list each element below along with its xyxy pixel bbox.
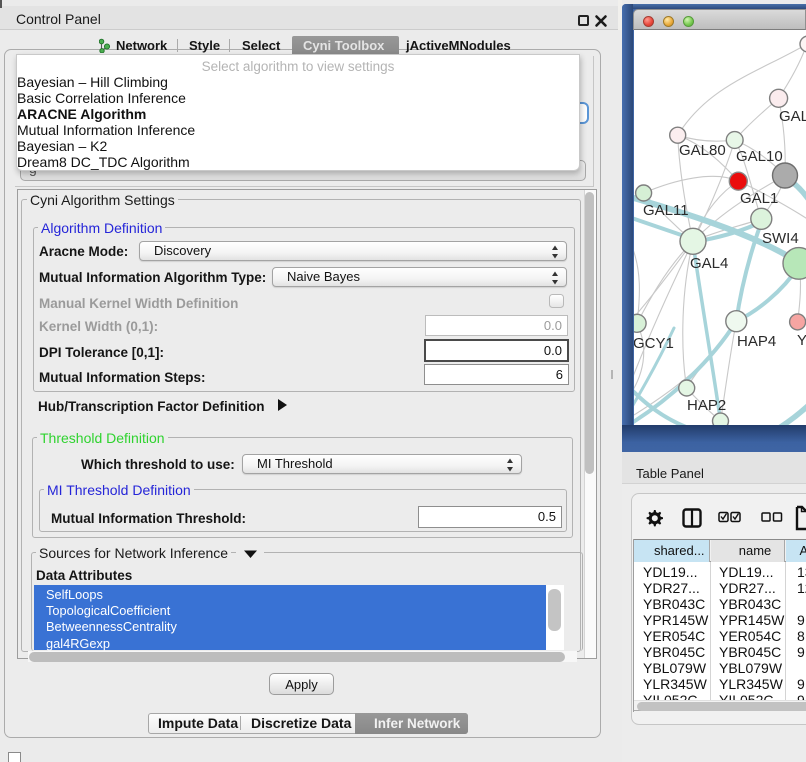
svg-text:GAL11: GAL11 (643, 202, 689, 219)
svg-text:SWI4: SWI4 (762, 230, 799, 247)
svg-text:HAP4: HAP4 (737, 333, 776, 350)
svg-text:HAP2: HAP2 (687, 397, 726, 414)
svg-text:GAL4: GAL4 (690, 255, 728, 272)
svg-text:GAL7: GAL7 (779, 108, 806, 125)
svg-text:GAL10: GAL10 (736, 148, 783, 165)
svg-text:GAL1: GAL1 (740, 190, 778, 207)
svg-text:YM: YM (797, 332, 806, 349)
svg-text:GCY1: GCY1 (634, 335, 674, 352)
svg-text:GAL80: GAL80 (679, 142, 726, 159)
